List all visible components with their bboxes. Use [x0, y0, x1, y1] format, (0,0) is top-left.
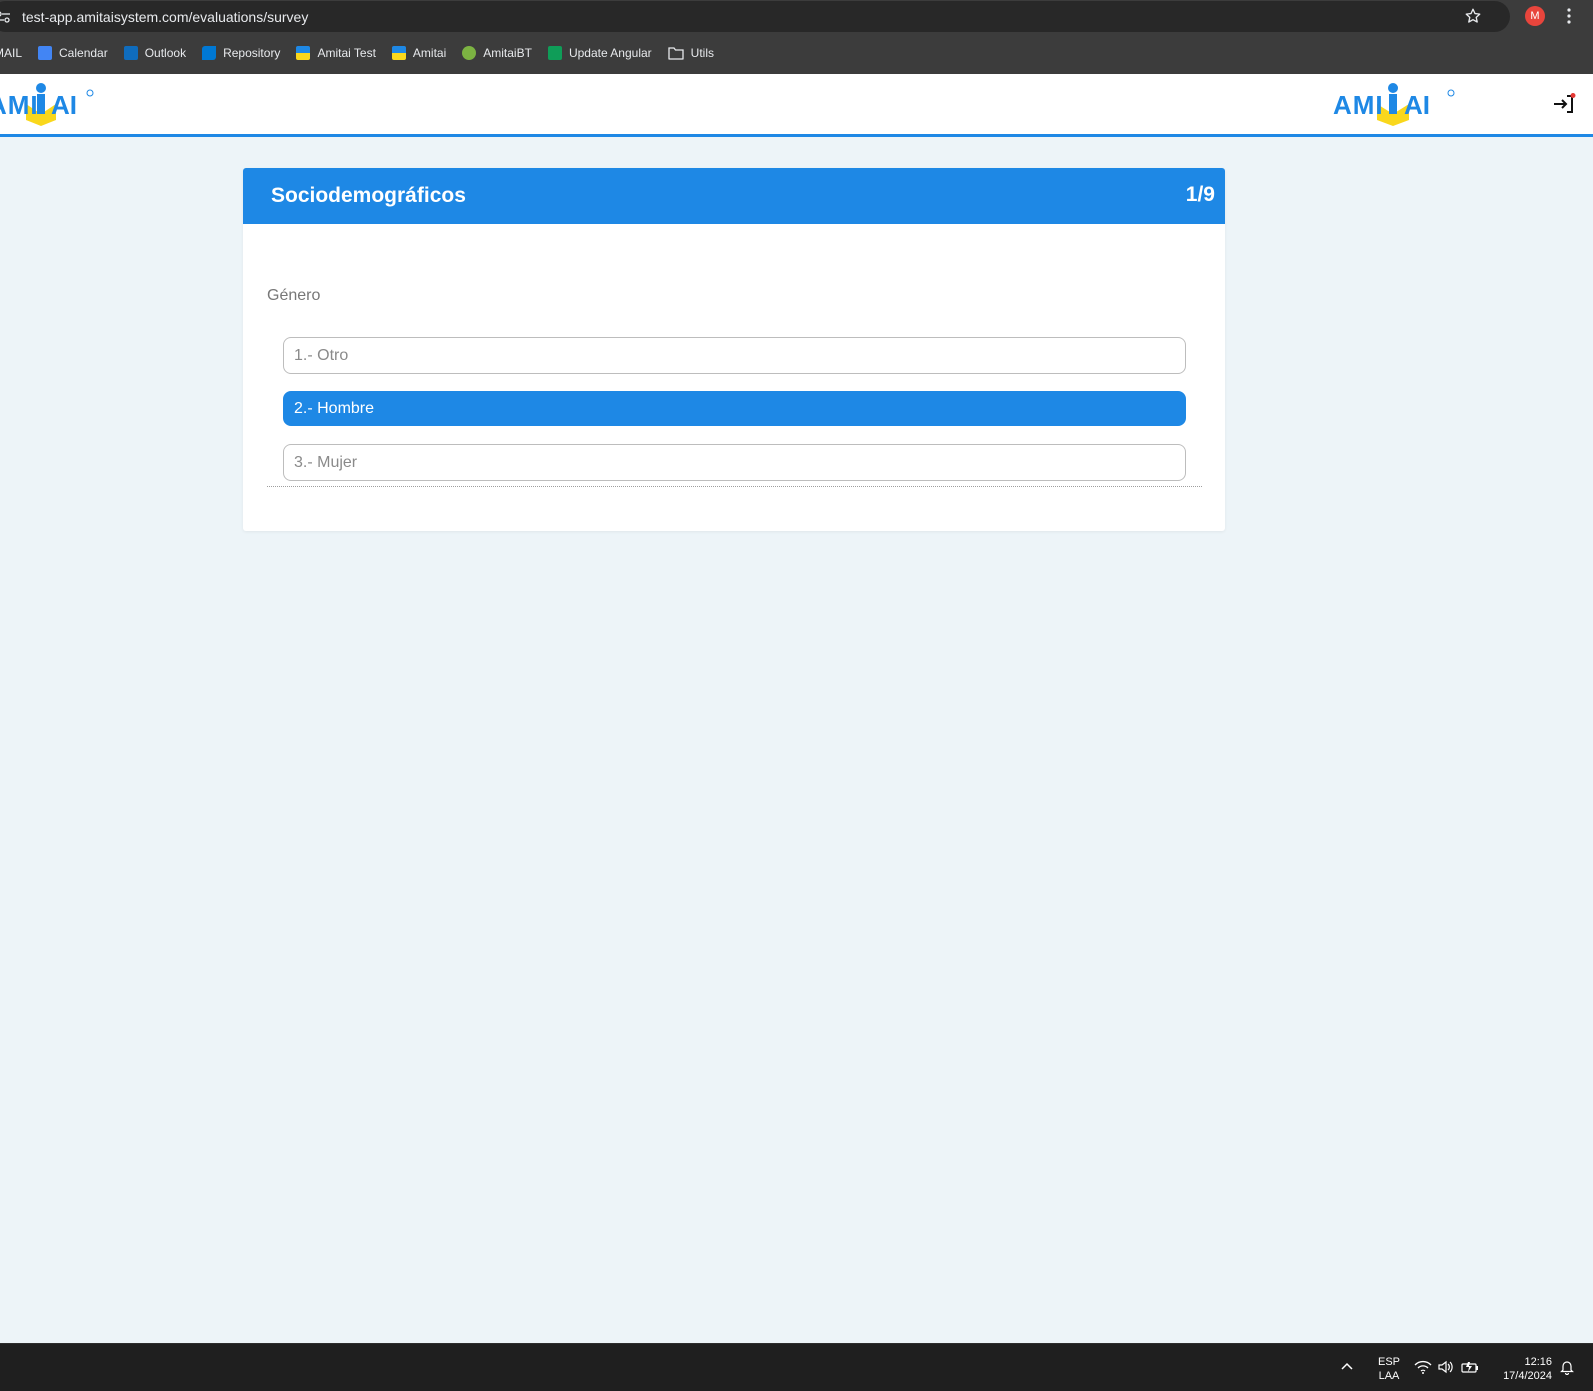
bookmark-label: Outlook — [144, 46, 187, 60]
app-header: AMI AI AMI AI — [0, 74, 1593, 137]
taskbar: ESP LAA 12:16 17/4/2024 — [0, 1343, 1593, 1391]
clock-date: 17/4/2024 — [1503, 1370, 1552, 1382]
bookmark-label: MAIL — [0, 46, 23, 60]
bookmark-label: Amitai Test — [317, 46, 376, 60]
bookmark-label: Calendar — [59, 46, 108, 60]
url-text[interactable]: test-app.amitaisystem.com/evaluations/su… — [22, 9, 308, 25]
bookmark-mail[interactable]: MAIL — [0, 46, 22, 60]
bookmark-utils[interactable]: Utils — [668, 46, 714, 60]
option-otro[interactable]: 1.- Otro — [283, 337, 1186, 374]
sheet-icon — [547, 46, 562, 60]
bookmark-label: Update Angular — [568, 46, 652, 60]
bookmark-repository[interactable]: Repository — [202, 46, 280, 60]
bookmark-label: Utils — [690, 46, 715, 60]
bookmark-amitai[interactable]: Amitai — [391, 46, 447, 60]
lang-layout: LAA — [1378, 1370, 1400, 1382]
notification-bell-icon[interactable] — [1559, 1359, 1575, 1375]
calendar-icon — [38, 46, 53, 60]
amitai-icon — [296, 46, 311, 60]
input-language[interactable]: ESP LAA — [1374, 1355, 1404, 1383]
amitaibt-icon — [462, 46, 477, 60]
chevron-up-icon[interactable] — [1340, 1359, 1354, 1373]
bookmark-label: AmitaiBT — [483, 46, 532, 60]
bookmark-label: Repository — [223, 46, 281, 60]
bookmark-calendar[interactable]: Calendar — [38, 46, 108, 60]
azure-devops-icon — [202, 46, 217, 60]
clock-time: 12:16 — [1524, 1356, 1552, 1368]
browser-menu-icon[interactable] — [1567, 7, 1571, 25]
outlook-icon — [123, 46, 138, 60]
bookmark-outlook[interactable]: Outlook — [123, 46, 187, 60]
survey-card: Sociodemográficos 1/9 Género 1.- Otro 2.… — [243, 168, 1225, 531]
svg-text:AMI: AMI — [0, 90, 39, 120]
svg-text:AI: AI — [1404, 90, 1430, 120]
amitai-logo-left[interactable]: AMI AI — [0, 80, 96, 126]
svg-text:AMI: AMI — [1333, 90, 1384, 120]
battery-icon[interactable] — [1461, 1359, 1479, 1375]
bookmark-amitai-test[interactable]: Amitai Test — [296, 46, 376, 60]
lang-code: ESP — [1377, 1356, 1400, 1368]
volume-icon[interactable] — [1437, 1359, 1455, 1375]
taskbar-clock[interactable]: 12:16 17/4/2024 — [1488, 1355, 1552, 1383]
option-mujer[interactable]: 3.- Mujer — [283, 444, 1186, 481]
wifi-icon[interactable] — [1414, 1359, 1432, 1375]
amitai-icon — [391, 46, 406, 60]
address-bar[interactable]: test-app.amitaisystem.com/evaluations/su… — [0, 1, 1510, 32]
bookmark-label: Amitai — [412, 46, 447, 60]
bookmark-amitaibt[interactable]: AmitaiBT — [462, 46, 532, 60]
site-info-icon[interactable] — [0, 11, 10, 23]
survey-section-header: Sociodemográficos 1/9 — [243, 168, 1225, 224]
section-title: Sociodemográficos — [271, 184, 466, 207]
progress-counter: 1/9 — [1185, 183, 1215, 206]
profile-avatar[interactable]: M — [1525, 6, 1545, 26]
logout-icon[interactable] — [1552, 93, 1576, 115]
folder-icon — [668, 47, 684, 60]
question-label: Género — [267, 287, 321, 304]
browser-chrome: test-app.amitaisystem.com/evaluations/su… — [0, 0, 1593, 74]
bookmark-update-angular[interactable]: Update Angular — [547, 46, 652, 60]
bookmark-star-icon[interactable] — [1464, 7, 1482, 25]
amitai-logo-right: AMI AI — [1333, 83, 1455, 126]
svg-text:AI: AI — [51, 90, 77, 120]
question-divider — [267, 486, 1202, 487]
bookmarks-bar: MAIL Calendar Outlook Repository Amitai … — [0, 42, 730, 64]
option-hombre[interactable]: 2.- Hombre — [283, 391, 1186, 426]
